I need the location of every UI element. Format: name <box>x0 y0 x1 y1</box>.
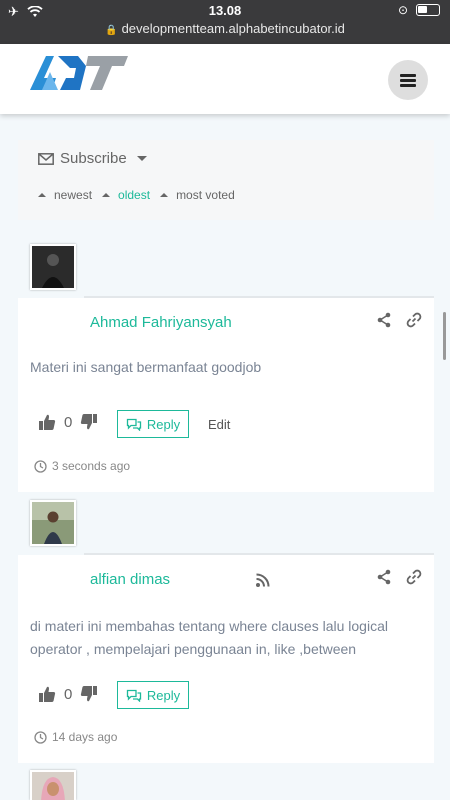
sort-options: newest oldest most voted <box>38 188 235 202</box>
vote-count: 0 <box>64 685 73 703</box>
clock-time: 13.08 <box>208 3 242 18</box>
reply-label: Reply <box>146 687 181 703</box>
sort-oldest[interactable]: oldest <box>102 188 150 202</box>
caret-up-icon <box>38 193 46 197</box>
avatar[interactable] <box>30 770 76 800</box>
scrollbar[interactable] <box>443 312 446 360</box>
comment-timestamp: 3 seconds ago <box>34 459 130 473</box>
subscribe-label: Subscribe <box>60 150 127 167</box>
clock-icon <box>34 730 47 744</box>
menu-icon <box>400 73 416 87</box>
timestamp-text: 14 days ago <box>52 730 118 744</box>
avatar[interactable] <box>30 500 76 546</box>
link-icon[interactable] <box>406 569 422 585</box>
reply-label: Reply <box>146 416 181 432</box>
comment-actions <box>376 569 422 585</box>
caret-up-icon <box>102 193 111 197</box>
timestamp-text: 3 seconds ago <box>52 459 131 473</box>
share-icon[interactable] <box>376 569 392 585</box>
comment: Ahmad Fahriyansyah Materi ini sangat ber… <box>18 298 434 492</box>
chevron-down-icon <box>136 156 147 161</box>
vote-count: 0 <box>64 413 73 431</box>
avatar[interactable] <box>30 244 76 290</box>
thumbs-up-icon[interactable] <box>38 685 56 703</box>
site-logo[interactable] <box>28 52 132 96</box>
caret-up-icon <box>160 193 169 197</box>
reply-icon <box>126 418 142 431</box>
address-bar[interactable]: 🔒 developmentteam.alphabetincubator.id <box>0 21 450 36</box>
orientation-lock-icon: ⊙ <box>397 3 408 17</box>
subscribe-button[interactable]: Subscribe <box>38 150 147 167</box>
thumbs-down-icon[interactable] <box>80 685 98 703</box>
battery-icon <box>416 4 440 16</box>
share-icon[interactable] <box>376 312 392 328</box>
status-bar: ✈ 13.08 ⊙ 🔒 developmentteam.alphabetincub… <box>0 0 450 44</box>
sort-newest[interactable]: newest <box>38 188 92 202</box>
comment-text: Materi ini sangat bermanfaat goodjob <box>30 359 262 375</box>
reply-icon <box>126 689 142 702</box>
clock-icon <box>34 459 47 473</box>
site-header <box>0 44 450 114</box>
lock-icon: 🔒 <box>105 25 118 36</box>
reply-button[interactable]: Reply <box>117 681 189 709</box>
thumbs-up-icon[interactable] <box>38 413 56 431</box>
comment: alfian dimas di materi ini membahas tent… <box>18 555 434 763</box>
comment-author[interactable]: Ahmad Fahriyansyah <box>90 314 232 331</box>
subscribe-bar: Subscribe newest oldest most voted <box>18 140 434 220</box>
vote-controls: 0 <box>38 413 98 431</box>
url-text: developmentteam.alphabetincubator.id <box>121 21 345 36</box>
avatar-image <box>32 502 74 544</box>
reply-button[interactable]: Reply <box>117 410 189 438</box>
menu-button[interactable] <box>388 60 428 100</box>
link-icon[interactable] <box>406 312 422 328</box>
status-right: ⊙ <box>398 3 440 17</box>
envelope-icon <box>38 152 54 165</box>
comment-timestamp: 14 days ago <box>34 730 117 744</box>
comment-author[interactable]: alfian dimas <box>90 571 170 588</box>
comment-actions <box>376 312 422 328</box>
vote-controls: 0 <box>38 685 98 703</box>
sort-most-voted[interactable]: most voted <box>160 188 235 202</box>
edit-link[interactable]: Edit <box>208 417 230 432</box>
thumbs-down-icon[interactable] <box>80 413 98 431</box>
comment-text: di materi ini membahas tentang where cla… <box>30 618 388 657</box>
feed-icon <box>256 573 270 587</box>
avatar-image <box>32 246 74 288</box>
avatar-image <box>32 772 74 800</box>
